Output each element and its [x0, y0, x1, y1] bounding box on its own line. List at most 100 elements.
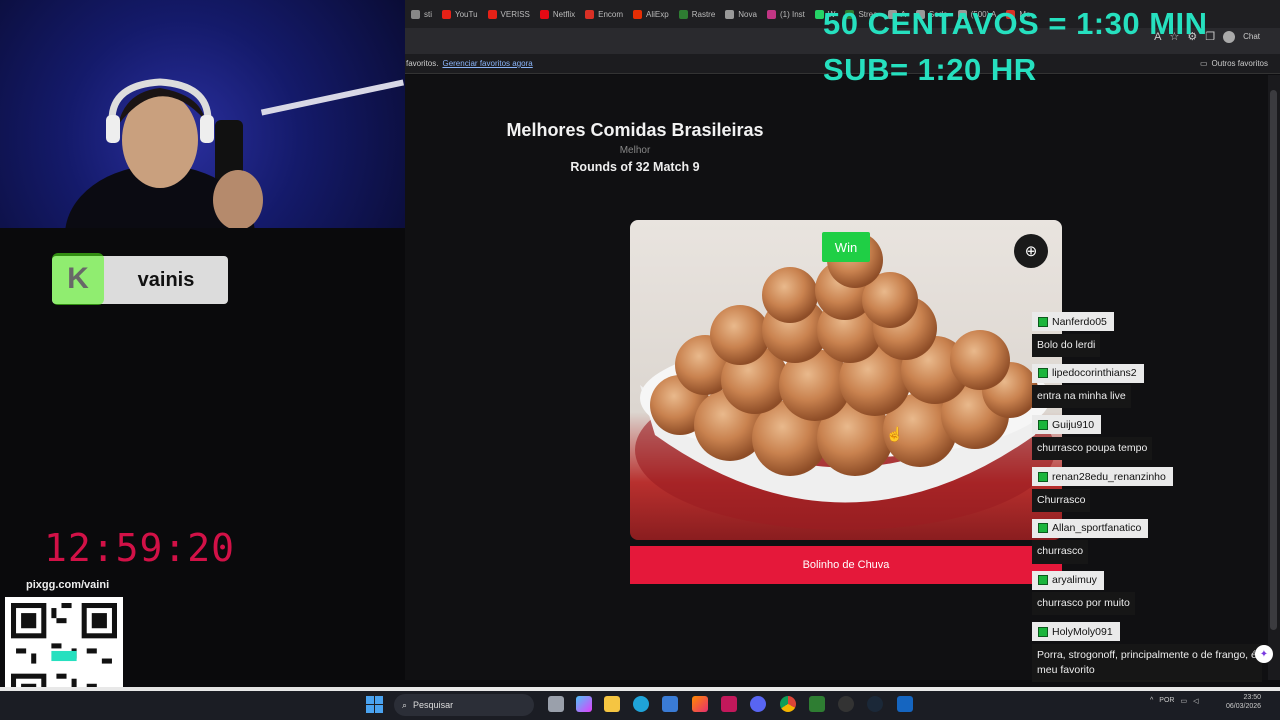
browser-tab[interactable]: Nova	[725, 9, 757, 19]
kick-username: vainis	[137, 268, 195, 291]
tab-label: Nova	[738, 9, 757, 19]
zoom-in-icon[interactable]: ⊕	[1014, 234, 1048, 268]
copilot-chat-button[interactable]: Chat	[1243, 32, 1260, 41]
tab-label: VERISS	[500, 9, 530, 19]
chat-message-text: Bolo do lerdi	[1032, 333, 1101, 357]
chat-message-text: entra na minha live	[1032, 385, 1131, 409]
browser-tab[interactable]: Rastre	[678, 9, 716, 19]
kick-username-badge: K vainis	[52, 253, 228, 305]
chat-username: renan28edu_renanzinho	[1032, 467, 1173, 487]
search-icon: ⌕	[402, 699, 408, 710]
windows-start-icon[interactable]	[366, 696, 383, 713]
chat-message: Guiju910 churrasco poupa tempo	[1032, 415, 1272, 461]
win-button[interactable]: Win	[822, 232, 870, 262]
tab-label: (1) Inst	[779, 9, 805, 19]
tab-favicon-icon	[766, 9, 776, 19]
chat-message: HolyMoly091 Porra, strogonoff, principalm…	[1032, 622, 1272, 683]
chat-message-text: Porra, strogonoff, principalmente o de f…	[1032, 643, 1262, 683]
browser-tab[interactable]: Netflix	[539, 9, 576, 19]
chat-badge-icon	[1038, 316, 1048, 327]
webcam-image	[65, 78, 404, 228]
task-view-icon[interactable]	[548, 696, 564, 712]
tab-favicon-icon	[725, 9, 735, 19]
taskbar-clock[interactable]: 23:50 06/03/2026	[1226, 693, 1261, 711]
webcam-feed	[0, 0, 405, 228]
chat-message: renan28edu_renanzinho Churrasco	[1032, 467, 1272, 512]
chat-message-text: churrasco	[1032, 540, 1089, 564]
browser-tab[interactable]: Encom	[585, 9, 623, 19]
chat-message-text: churrasco poupa tempo	[1032, 436, 1153, 461]
chat-message: lipedocorinthians2 entra na minha live	[1032, 363, 1272, 409]
bolinho-de-chuva-photo	[635, 232, 1055, 530]
app-blue-icon[interactable]	[897, 696, 913, 712]
tab-favicon-icon	[585, 9, 595, 19]
chat-username: Allan_sportfanatico	[1032, 518, 1149, 538]
network-icon[interactable]: ▭	[1180, 697, 1187, 705]
chat-message-text: churrasco por muito	[1032, 592, 1135, 616]
app-red-icon[interactable]	[721, 696, 737, 712]
chat-username: Nanferdo05	[1032, 312, 1114, 331]
chat-username-text: HolyMoly091	[1052, 625, 1113, 638]
manage-favorites-link[interactable]: Gerenciar favoritos agora	[442, 59, 532, 68]
tab-label: YouTu	[455, 9, 478, 19]
chat-username-text: Nanferdo05	[1052, 315, 1107, 328]
chrome-icon[interactable]	[780, 696, 796, 712]
tab-label: sti	[424, 9, 432, 19]
browser-tab[interactable]: YouTu	[442, 9, 478, 19]
tab-label: Netflix	[552, 9, 576, 19]
taskbar-search[interactable]: ⌕ Pesquisar	[394, 694, 534, 716]
store-icon[interactable]	[662, 696, 678, 712]
clock-date: 06/03/2026	[1226, 703, 1262, 711]
steam-icon[interactable]	[867, 696, 883, 712]
folder-icon: ▭	[1199, 59, 1208, 68]
other-favorites-folder[interactable]: ▭ Outros favoritos	[1200, 59, 1268, 68]
bookmarks-prefix: favoritos.	[406, 59, 439, 68]
chat-badge-icon	[1038, 523, 1048, 534]
browser-tab[interactable]: AliExp	[633, 9, 669, 19]
item-name-bar[interactable]: Bolinho de Chuva	[630, 546, 1062, 584]
edge-sidebar-icon[interactable]: ✦	[1255, 645, 1273, 663]
discord-icon[interactable]	[750, 696, 766, 712]
tab-favicon-icon	[539, 9, 549, 19]
tab-favicon-icon	[633, 9, 643, 19]
app-green-icon[interactable]	[809, 696, 825, 712]
chat-message-text: Churrasco	[1032, 488, 1091, 512]
system-tray[interactable]: ^ POR ▭ ◁	[1150, 697, 1198, 705]
volume-icon[interactable]: ◁	[1193, 697, 1198, 705]
clock-time: 23:50	[1243, 694, 1262, 701]
tab-favicon-icon	[411, 9, 420, 19]
food-image-card[interactable]	[630, 220, 1062, 540]
chat-username: aryalimuy	[1032, 570, 1104, 590]
page-title: Melhores Comidas Brasileiras	[506, 120, 764, 140]
mouse-cursor-icon: ☝	[886, 426, 904, 442]
tray-chevron-icon[interactable]: ^	[1150, 697, 1153, 705]
chat-username-text: lipedocorinthians2	[1052, 367, 1137, 380]
photos-icon[interactable]	[692, 696, 708, 712]
chat-message: Nanferdo05 Bolo do lerdi	[1032, 312, 1272, 357]
tab-favicon-icon	[442, 9, 451, 19]
edge-browser-icon[interactable]	[633, 696, 649, 712]
chat-badge-icon	[1038, 368, 1048, 379]
tab-favicon-icon	[487, 9, 497, 19]
chat-badge-icon	[1038, 575, 1048, 586]
chat-username-text: Guiju910	[1052, 418, 1095, 431]
chat-username-text: aryalimuy	[1052, 574, 1097, 587]
browser-tab[interactable]: VERISS	[487, 9, 530, 19]
other-favorites-label: Outros favoritos	[1211, 59, 1268, 68]
tab-label: AliExp	[646, 9, 669, 19]
browser-tab[interactable]: (1) Inst	[766, 9, 805, 19]
obs-icon[interactable]	[838, 696, 854, 712]
chat-message: Allan_sportfanatico churrasco	[1032, 518, 1272, 564]
chat-username: lipedocorinthians2	[1032, 363, 1144, 383]
copilot-icon[interactable]	[576, 696, 592, 712]
taskbar-search-placeholder: Pesquisar	[413, 700, 454, 710]
browser-tab[interactable]: sti	[411, 9, 432, 19]
input-language[interactable]: POR	[1159, 697, 1174, 705]
file-explorer-icon[interactable]	[604, 696, 620, 712]
profile-avatar[interactable]	[1223, 30, 1236, 43]
promo-line-1: 50 CENTAVOS = 1:30 MIN	[823, 6, 1208, 41]
subathon-timer: 12:59:20	[44, 526, 236, 570]
chat-badge-icon	[1038, 419, 1048, 430]
tab-label: Rastre	[691, 9, 716, 19]
chat-username: HolyMoly091	[1032, 622, 1120, 642]
